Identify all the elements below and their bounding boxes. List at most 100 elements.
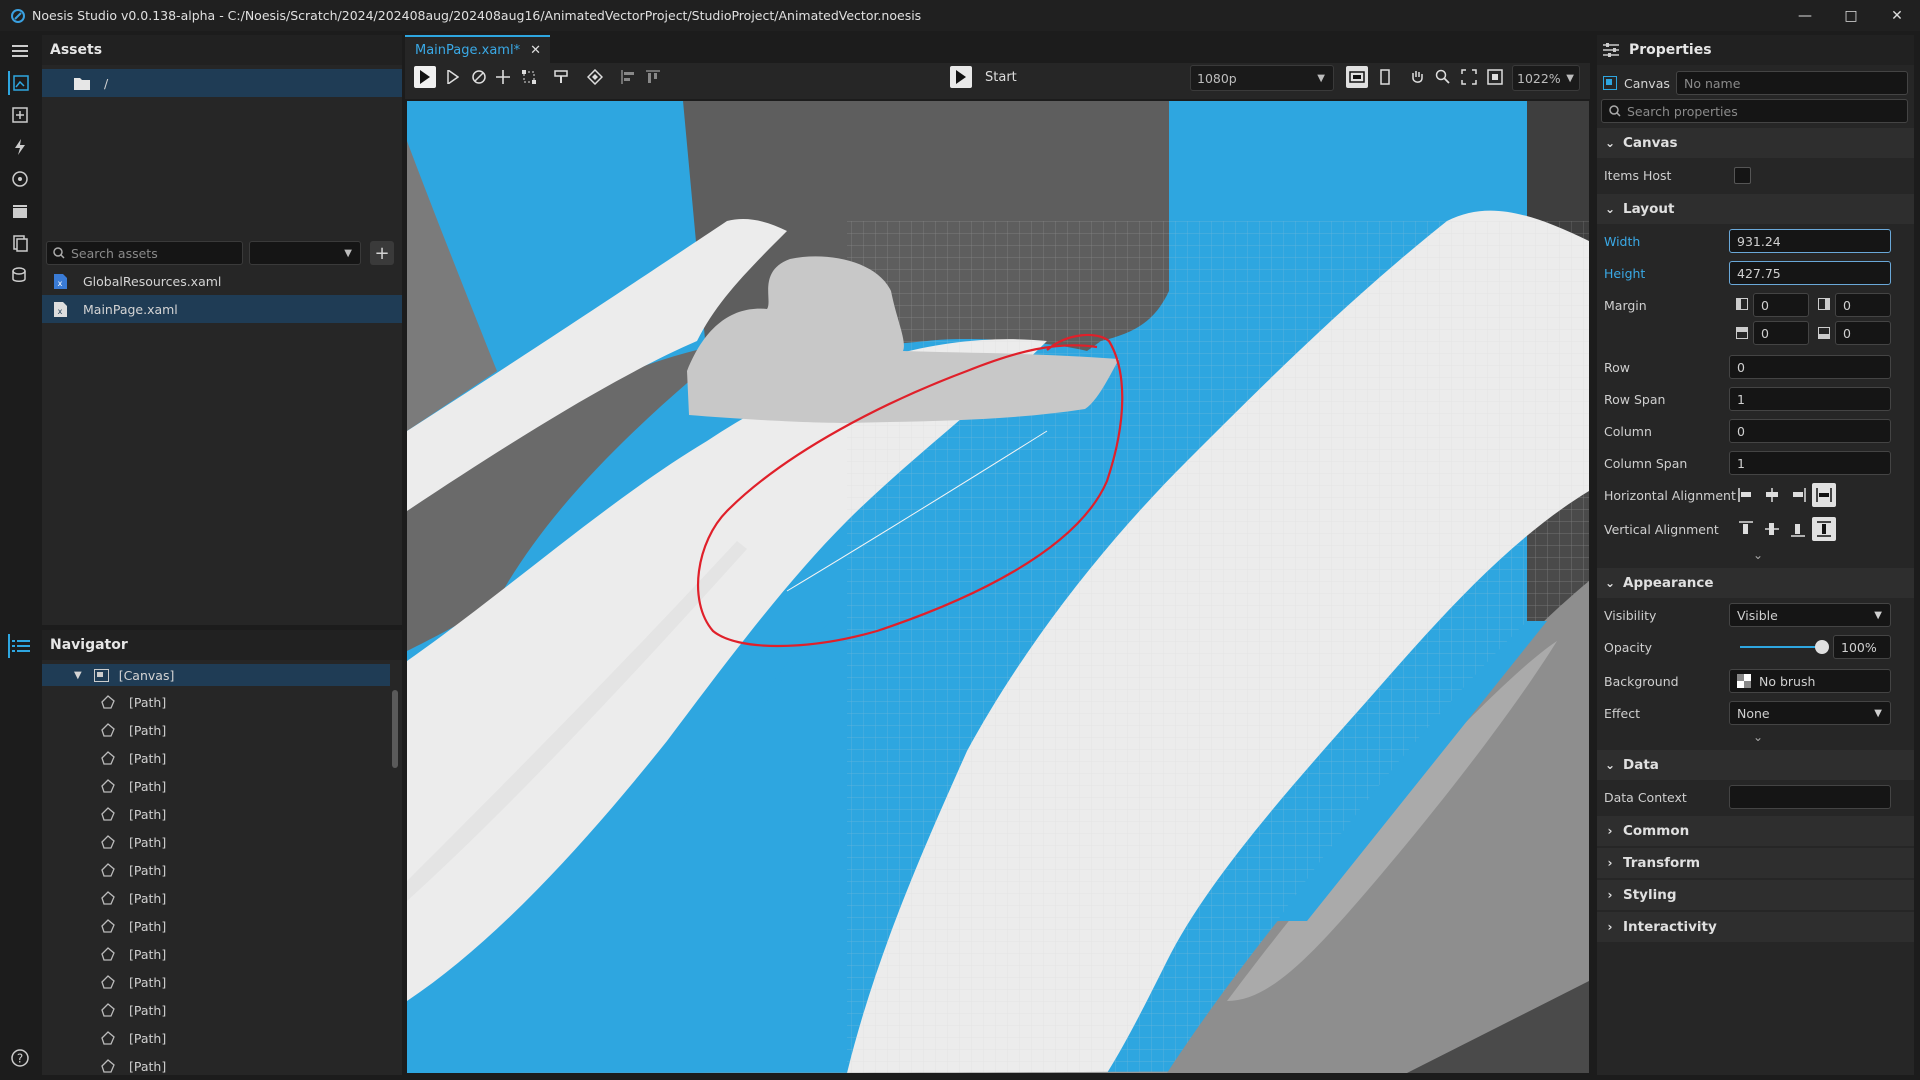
navigator-scrollbar[interactable] (392, 690, 398, 768)
valign-bottom-button[interactable] (1786, 517, 1810, 541)
navigator-path-item[interactable]: [Path] (100, 1024, 166, 1052)
margin-bottom-icon (1818, 327, 1830, 339)
data-section-header[interactable]: ⌄ Data (1597, 750, 1914, 780)
collapsed-section-header[interactable]: › Interactivity (1597, 912, 1914, 942)
margin-right-input[interactable]: 0 (1835, 293, 1891, 317)
row-input[interactable]: 0 (1729, 355, 1891, 379)
section-title: Layout (1623, 201, 1675, 217)
select-tool-button[interactable] (414, 66, 436, 88)
fit-selection-button[interactable] (1458, 66, 1480, 88)
valign-top-button[interactable] (1734, 517, 1758, 541)
navigator-path-item[interactable]: [Path] (100, 912, 166, 940)
align-top-tool-button[interactable] (642, 66, 664, 88)
search-properties-input[interactable]: Search properties (1601, 99, 1908, 123)
gradient-tool-button[interactable] (584, 66, 606, 88)
margin-bottom-input[interactable]: 0 (1835, 321, 1891, 345)
opacity-slider-track[interactable] (1740, 640, 1829, 654)
portrait-view-button[interactable] (1374, 66, 1396, 88)
width-input[interactable]: 931.24 (1729, 229, 1891, 253)
opacity-input[interactable]: 100% (1833, 635, 1891, 659)
landscape-view-button[interactable] (1346, 66, 1368, 88)
margin-left-input[interactable]: 0 (1753, 293, 1809, 317)
valign-stretch-button[interactable] (1812, 517, 1836, 541)
search-assets-field[interactable]: Search assets (46, 241, 243, 265)
resources-button[interactable] (8, 231, 32, 255)
lightning-icon (15, 139, 25, 155)
asset-item[interactable]: x GlobalResources.xaml (42, 267, 402, 295)
navigator-path-item[interactable]: [Path] (100, 996, 166, 1024)
transform-tool-button[interactable] (518, 66, 540, 88)
pan-tool-button[interactable] (1406, 66, 1428, 88)
add-asset-button[interactable]: + (370, 241, 394, 265)
navigator-path-item[interactable]: [Path] (100, 940, 166, 968)
effect-dropdown[interactable]: None ▼ (1729, 701, 1891, 725)
appearance-more-chevron-icon[interactable]: ⌄ (1748, 730, 1768, 744)
align-left-tool-button[interactable] (617, 66, 639, 88)
events-button[interactable] (8, 135, 32, 159)
layout-section-header[interactable]: ⌄ Layout (1597, 194, 1914, 224)
add-element-button[interactable] (8, 103, 32, 127)
collapsed-section-header[interactable]: › Transform (1597, 848, 1914, 878)
halign-right-button[interactable] (1786, 483, 1810, 507)
paint-roller-icon (554, 70, 568, 83)
styles-button[interactable] (8, 167, 32, 191)
navigator-path-item[interactable]: [Path] (100, 688, 166, 716)
navigator-root[interactable]: ▼ [Canvas] (74, 664, 174, 686)
minimize-button[interactable]: — (1782, 0, 1828, 31)
navigator-path-item[interactable]: [Path] (100, 772, 166, 800)
margin-top-input[interactable]: 0 (1753, 321, 1809, 345)
design-canvas[interactable] (407, 101, 1589, 1073)
resolution-dropdown[interactable]: 1080p ▼ (1190, 65, 1334, 91)
navigator-path-item[interactable]: [Path] (100, 716, 166, 744)
halign-stretch-button[interactable] (1812, 483, 1836, 507)
column-input[interactable]: 0 (1729, 419, 1891, 443)
fit-view-button[interactable] (1484, 66, 1506, 88)
folder-row[interactable]: / (42, 69, 402, 97)
zoom-dropdown[interactable]: 1022% ▼ (1512, 65, 1580, 91)
column-span-input[interactable]: 1 (1729, 451, 1891, 475)
asset-item-selected[interactable]: x MainPage.xaml (42, 295, 402, 323)
halign-left-button[interactable] (1734, 483, 1758, 507)
data-button[interactable] (8, 263, 32, 287)
path-element-icon (101, 890, 115, 905)
opacity-slider-thumb[interactable] (1815, 640, 1829, 654)
canvas-section-header[interactable]: ⌄ Canvas (1597, 128, 1914, 158)
paint-tool-button[interactable] (551, 66, 573, 88)
appearance-section-header[interactable]: ⌄ Appearance (1597, 568, 1914, 598)
help-button[interactable]: ? (8, 1046, 32, 1070)
items-host-checkbox[interactable] (1734, 167, 1751, 184)
pen-icon (472, 70, 486, 84)
animations-button[interactable] (8, 199, 32, 223)
background-brush-picker[interactable]: No brush (1729, 669, 1891, 693)
navigator-path-item[interactable]: [Path] (100, 1052, 166, 1080)
menu-button[interactable] (8, 39, 32, 63)
pen-tool-button[interactable] (468, 66, 490, 88)
data-context-input[interactable] (1729, 785, 1891, 809)
navigator-path-item[interactable]: [Path] (100, 884, 166, 912)
layout-more-chevron-icon[interactable]: ⌄ (1748, 548, 1768, 562)
navigator-path-item[interactable]: [Path] (100, 856, 166, 884)
asset-filter-dropdown[interactable]: ▼ (249, 241, 361, 265)
maximize-button[interactable]: □ (1828, 0, 1874, 31)
close-window-button[interactable]: ✕ (1874, 0, 1920, 31)
start-button[interactable] (950, 66, 972, 88)
height-input[interactable]: 427.75 (1729, 261, 1891, 285)
collapsed-section-header[interactable]: › Common (1597, 816, 1914, 846)
row-span-input[interactable]: 1 (1729, 387, 1891, 411)
navigator-path-item[interactable]: [Path] (100, 800, 166, 828)
zoom-tool-button[interactable] (1432, 66, 1454, 88)
navigator-path-item[interactable]: [Path] (100, 968, 166, 996)
close-tab-icon[interactable]: ✕ (530, 43, 541, 58)
navigator-path-item[interactable]: [Path] (100, 828, 166, 856)
navigator-activity-button[interactable] (8, 634, 32, 658)
assets-activity-button[interactable] (8, 71, 32, 95)
collapsed-section-header[interactable]: › Styling (1597, 880, 1914, 910)
visibility-dropdown[interactable]: Visible ▼ (1729, 603, 1891, 627)
element-name-input[interactable]: No name (1676, 71, 1908, 95)
navigator-path-item[interactable]: [Path] (100, 744, 166, 772)
halign-center-button[interactable] (1760, 483, 1784, 507)
direct-select-tool-button[interactable] (442, 66, 464, 88)
editor-tab[interactable]: MainPage.xaml* ✕ (405, 35, 550, 63)
move-tool-button[interactable] (492, 66, 514, 88)
valign-center-button[interactable] (1760, 517, 1784, 541)
